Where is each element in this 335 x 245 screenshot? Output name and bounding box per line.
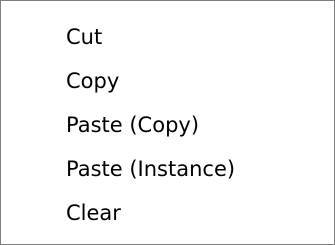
menu-item-cut[interactable]: Cut xyxy=(2,15,333,59)
menu-item-clear[interactable]: Clear xyxy=(2,191,333,235)
menu-item-paste-instance[interactable]: Paste (Instance) xyxy=(2,147,333,191)
menu-item-paste-copy[interactable]: Paste (Copy) xyxy=(2,103,333,147)
context-menu: Cut Copy Paste (Copy) Paste (Instance) C… xyxy=(0,0,335,245)
menu-item-copy[interactable]: Copy xyxy=(2,59,333,103)
